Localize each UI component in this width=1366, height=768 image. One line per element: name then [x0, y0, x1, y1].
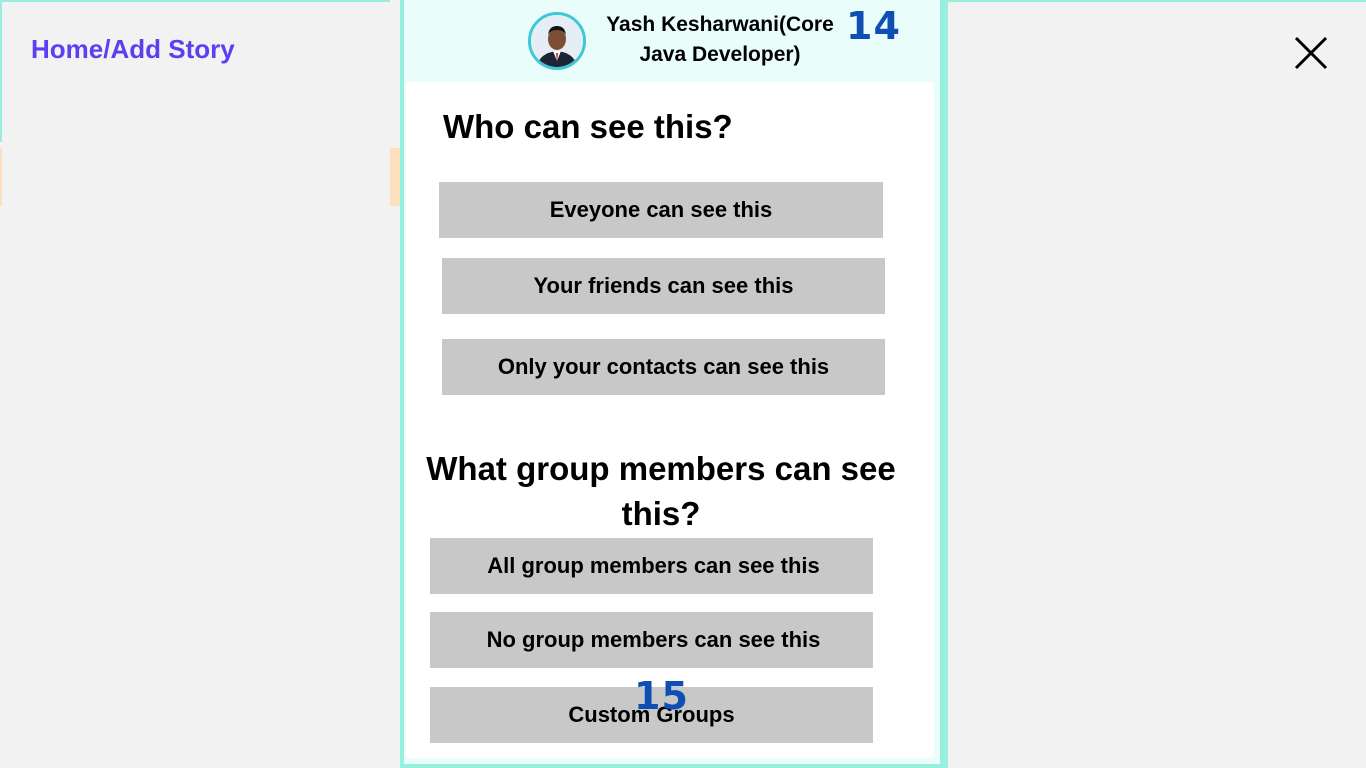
friends-can-see-button[interactable]: Your friends can see this	[442, 258, 885, 314]
close-button[interactable]	[1292, 34, 1330, 72]
step-badge-options: 15	[634, 674, 689, 718]
group-visibility-section-title: What group members can see this?	[426, 450, 896, 532]
avatar[interactable]	[528, 12, 586, 70]
visibility-section-title: Who can see this?	[443, 108, 733, 145]
close-icon	[1294, 36, 1328, 70]
contacts-can-see-button[interactable]: Only your contacts can see this	[442, 339, 885, 395]
step-badge-header: 14	[846, 4, 901, 48]
everyone-can-see-button[interactable]: Eveyone can see this	[439, 182, 883, 238]
all-group-members-button[interactable]: All group members can see this	[430, 538, 873, 594]
sidebar	[2, 2, 390, 762]
breadcrumb[interactable]: Home/Add Story	[31, 34, 235, 65]
user-avatar-icon	[531, 15, 583, 67]
right-panel	[948, 2, 1366, 768]
no-group-members-button[interactable]: No group members can see this	[430, 612, 873, 668]
user-name: Yash Kesharwani(Core Java Developer)	[606, 13, 834, 66]
